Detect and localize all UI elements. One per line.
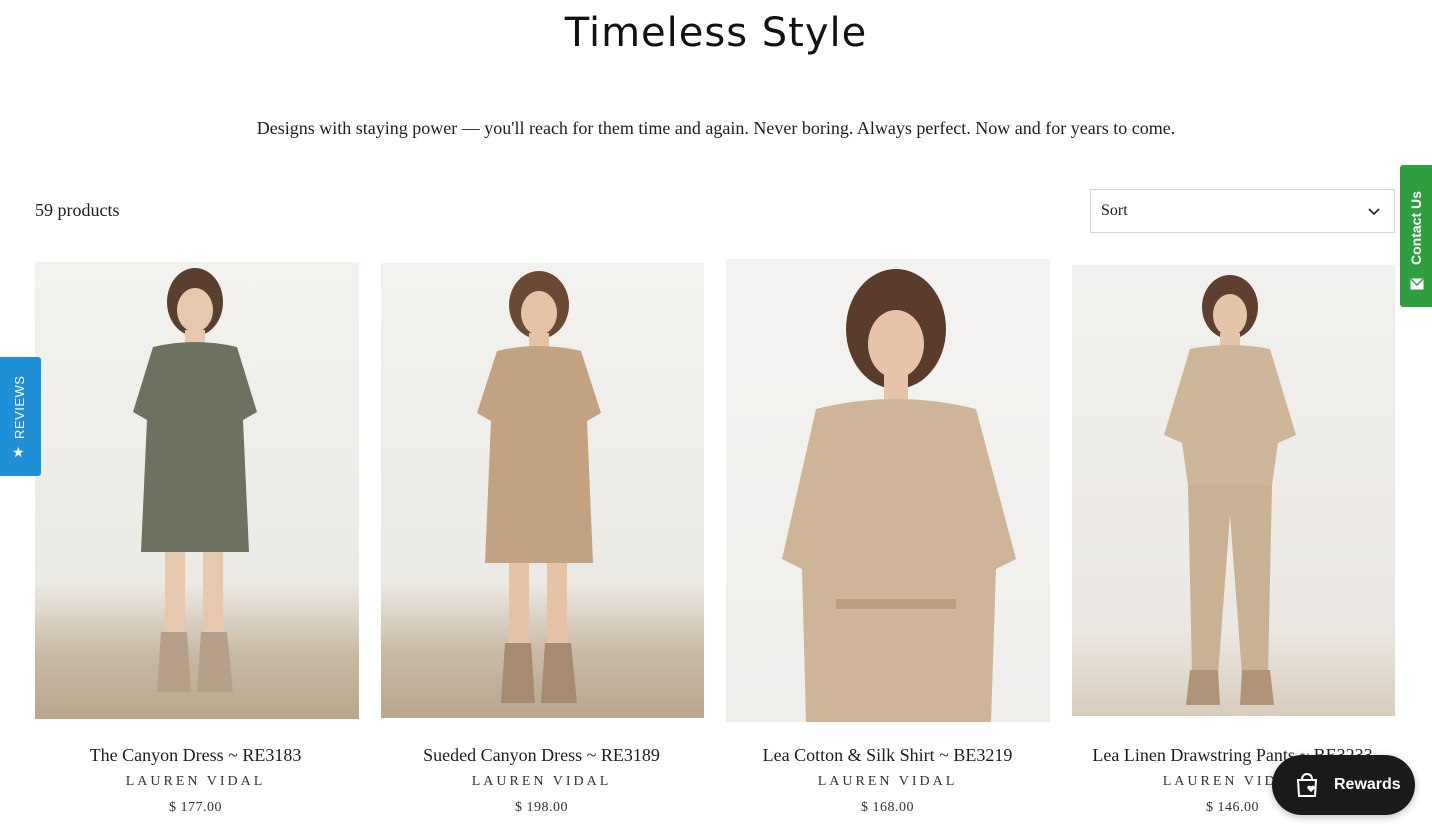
- rewards-button[interactable]: Rewards: [1272, 755, 1415, 815]
- garment-shape: [133, 342, 257, 552]
- product-vendor: LAUREN VIDAL: [125, 774, 266, 789]
- garment-shape: [477, 346, 601, 563]
- product-image[interactable]: [1072, 265, 1395, 716]
- product-title[interactable]: The Canyon Dress ~ RE3183: [23, 745, 368, 766]
- product-image[interactable]: [381, 263, 704, 718]
- star-icon: ★: [12, 446, 25, 461]
- contact-us-tab[interactable]: Contact Us: [1400, 165, 1432, 307]
- garment-shape: [782, 399, 1016, 722]
- product-vendor: LAUREN VIDAL: [471, 774, 612, 789]
- sort-selected-value: Sort: [1101, 202, 1128, 219]
- product-price: $ 198.00: [515, 800, 568, 815]
- model-figure: [133, 268, 257, 692]
- garment-shape: [1164, 345, 1296, 485]
- contact-us-label: Contact Us: [1408, 191, 1424, 265]
- mail-icon: [1410, 278, 1424, 290]
- product-title[interactable]: Sueded Canyon Dress ~ RE3189: [369, 745, 714, 766]
- sort-dropdown[interactable]: Sort: [1090, 189, 1395, 233]
- product-image[interactable]: [35, 262, 359, 719]
- chevron-down-icon: [1368, 208, 1380, 216]
- product-title[interactable]: Lea Cotton & Silk Shirt ~ BE3219: [715, 745, 1060, 766]
- product-vendor: LAUREN VIDAL: [817, 774, 958, 789]
- product-count: 59 products: [35, 200, 120, 220]
- reviews-tab[interactable]: REVIEWS ★: [0, 357, 41, 476]
- rewards-label: Rewards: [1334, 776, 1401, 793]
- model-figure: [782, 269, 1016, 722]
- product-price: $ 177.00: [169, 800, 222, 815]
- product-image[interactable]: [726, 259, 1050, 722]
- reviews-label: REVIEWS: [12, 375, 27, 439]
- page-title: Timeless Style: [564, 10, 868, 56]
- model-figure: [1164, 275, 1296, 705]
- product-price: $ 168.00: [861, 800, 914, 815]
- shopping-bag-heart-icon: [1296, 772, 1318, 797]
- collection-description: Designs with staying power — you'll reac…: [256, 118, 1176, 138]
- model-figure: [477, 271, 601, 703]
